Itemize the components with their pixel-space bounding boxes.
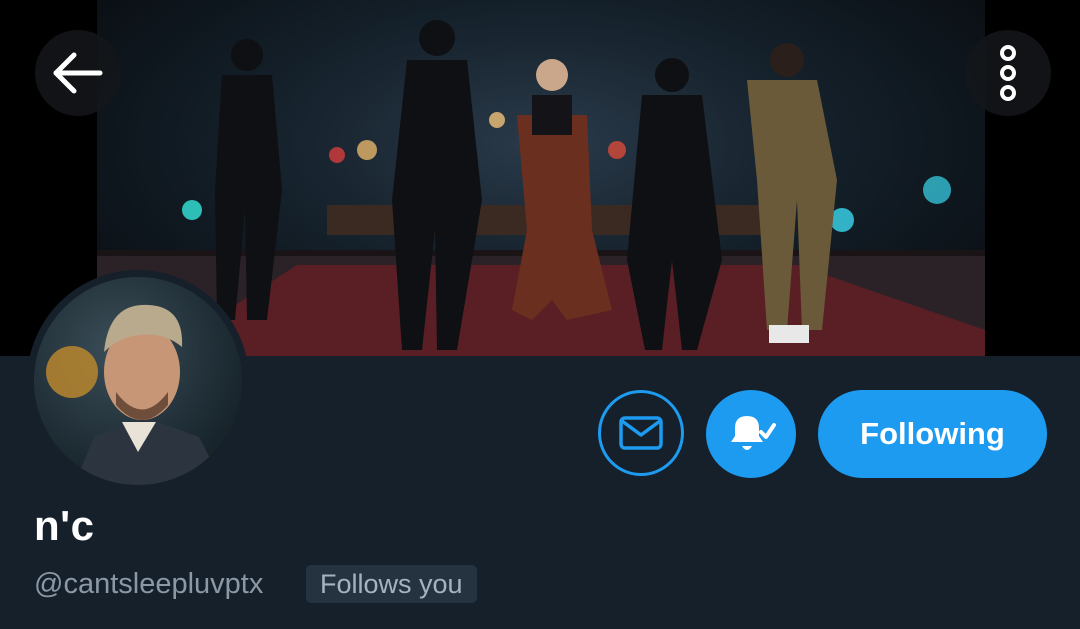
following-button[interactable]: Following [818, 390, 1047, 478]
profile-screen: Following n'c @cantsleepluvptx Follows y… [0, 0, 1080, 629]
banner-illustration [97, 20, 985, 356]
arrow-left-icon [53, 52, 103, 94]
display-name: n'c [34, 502, 95, 549]
follows-you-badge: Follows you [306, 565, 477, 603]
user-handle: @cantsleepluvptx [34, 568, 264, 600]
bell-check-icon [731, 416, 776, 450]
message-button[interactable] [598, 390, 684, 476]
profile-avatar[interactable] [27, 270, 249, 492]
envelope-icon [619, 416, 663, 450]
back-button[interactable] [35, 30, 121, 116]
more-options-button[interactable] [965, 30, 1051, 116]
notifications-button[interactable] [706, 390, 796, 478]
more-vertical-icon [1000, 45, 1016, 101]
avatar-illustration [46, 304, 224, 485]
header-banner-image[interactable] [97, 0, 985, 356]
avatar-photo [34, 277, 242, 485]
